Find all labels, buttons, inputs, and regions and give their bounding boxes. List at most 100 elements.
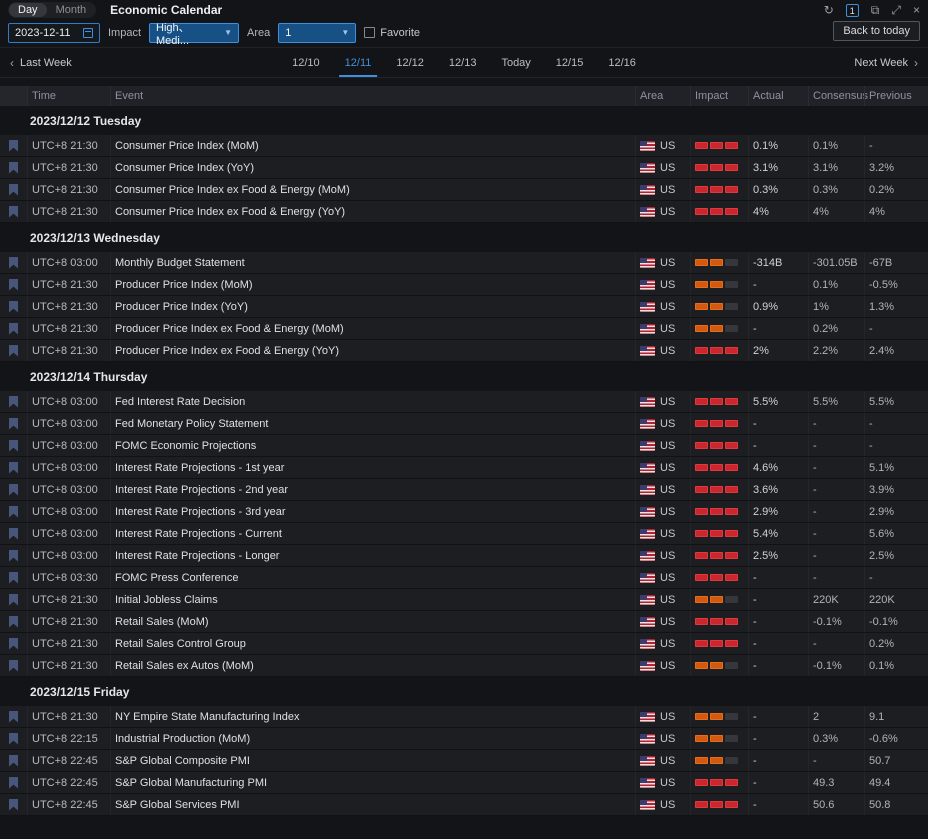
bookmark-icon[interactable] bbox=[9, 440, 18, 452]
event-row[interactable]: UTC+8 21:30 Consumer Price Index ex Food… bbox=[0, 201, 928, 223]
event-row[interactable]: UTC+8 21:30 Consumer Price Index ex Food… bbox=[0, 179, 928, 201]
area-code: US bbox=[660, 777, 675, 789]
event-row[interactable]: UTC+8 21:30 Producer Price Index ex Food… bbox=[0, 340, 928, 362]
impact-bar-red bbox=[710, 552, 723, 559]
bookmark-icon[interactable] bbox=[9, 733, 18, 745]
bookmark-icon[interactable] bbox=[9, 594, 18, 606]
impact-bar-orange bbox=[710, 757, 723, 764]
area-code: US bbox=[660, 418, 675, 430]
tab-day[interactable]: Day bbox=[9, 3, 47, 17]
event-row[interactable]: UTC+8 22:45 S&P Global Services PMI US -… bbox=[0, 794, 928, 816]
week-day-tab[interactable]: 12/13 bbox=[449, 49, 477, 77]
area-code: US bbox=[660, 396, 675, 408]
event-row[interactable]: UTC+8 03:30 FOMC Press Conference US - -… bbox=[0, 567, 928, 589]
bookmark-icon[interactable] bbox=[9, 257, 18, 269]
event-row[interactable]: UTC+8 22:45 S&P Global Manufacturing PMI… bbox=[0, 772, 928, 794]
week-day-tab[interactable]: 12/11 bbox=[345, 49, 372, 77]
impact-bar-orange bbox=[710, 662, 723, 669]
bookmark-icon[interactable] bbox=[9, 616, 18, 628]
impact-bar-red bbox=[695, 186, 708, 193]
bookmark-icon[interactable] bbox=[9, 638, 18, 650]
back-to-today-button[interactable]: Back to today bbox=[833, 21, 920, 41]
previous-value: -0.5% bbox=[864, 274, 928, 295]
bookmark-icon[interactable] bbox=[9, 755, 18, 767]
event-row[interactable]: UTC+8 03:00 Interest Rate Projections - … bbox=[0, 545, 928, 567]
week-day-tab[interactable]: 12/15 bbox=[556, 49, 584, 77]
bookmark-icon[interactable] bbox=[9, 660, 18, 672]
week-day-tab[interactable]: 12/12 bbox=[396, 49, 424, 77]
bookmark-icon[interactable] bbox=[9, 528, 18, 540]
favorite-checkbox[interactable] bbox=[364, 27, 375, 38]
area-filter-select[interactable]: 1 ▼ bbox=[278, 23, 356, 43]
bookmark-icon[interactable] bbox=[9, 462, 18, 474]
consensus-value: - bbox=[808, 750, 864, 771]
bookmark-icon[interactable] bbox=[9, 777, 18, 789]
bookmark-icon[interactable] bbox=[9, 396, 18, 408]
event-row[interactable]: UTC+8 21:30 Initial Jobless Claims US - … bbox=[0, 589, 928, 611]
area-code: US bbox=[660, 301, 675, 313]
bookmark-icon[interactable] bbox=[9, 572, 18, 584]
event-row[interactable]: UTC+8 21:30 Retail Sales (MoM) US - -0.1… bbox=[0, 611, 928, 633]
consensus-value: -301.05B bbox=[808, 252, 864, 273]
bookmark-icon[interactable] bbox=[9, 184, 18, 196]
layout-count-icon[interactable]: 1 bbox=[846, 4, 859, 17]
event-row[interactable]: UTC+8 03:00 Interest Rate Projections - … bbox=[0, 523, 928, 545]
event-row[interactable]: UTC+8 21:30 NY Empire State Manufacturin… bbox=[0, 706, 928, 728]
actual-value: 4% bbox=[748, 201, 808, 222]
event-row[interactable]: UTC+8 21:30 Retail Sales Control Group U… bbox=[0, 633, 928, 655]
date-picker[interactable]: 2023-12-11 bbox=[8, 23, 100, 43]
event-row[interactable]: UTC+8 21:30 Producer Price Index (YoY) U… bbox=[0, 296, 928, 318]
impact-bar-red bbox=[710, 801, 723, 808]
bookmark-icon[interactable] bbox=[9, 206, 18, 218]
event-row[interactable]: UTC+8 03:00 Interest Rate Projections - … bbox=[0, 457, 928, 479]
refresh-icon[interactable]: ↻ bbox=[824, 4, 834, 16]
week-day-tab[interactable]: 12/16 bbox=[608, 49, 636, 77]
bookmark-icon[interactable] bbox=[9, 301, 18, 313]
last-week-button[interactable]: ‹ Last Week bbox=[10, 56, 72, 70]
event-row[interactable]: UTC+8 03:00 Fed Interest Rate Decision U… bbox=[0, 391, 928, 413]
us-flag-icon bbox=[640, 163, 655, 173]
event-impact-cell bbox=[690, 135, 748, 156]
event-row[interactable]: UTC+8 03:00 Interest Rate Projections - … bbox=[0, 501, 928, 523]
expand-window-icon[interactable]: ⤢ bbox=[891, 4, 901, 16]
week-day-tab[interactable]: 12/10 bbox=[292, 49, 320, 77]
event-row[interactable]: UTC+8 21:30 Consumer Price Index (YoY) U… bbox=[0, 157, 928, 179]
week-day-tab[interactable]: Today bbox=[501, 49, 530, 77]
bookmark-icon[interactable] bbox=[9, 550, 18, 562]
event-row[interactable]: UTC+8 03:00 Fed Monetary Policy Statemen… bbox=[0, 413, 928, 435]
bookmark-icon[interactable] bbox=[9, 162, 18, 174]
next-week-button[interactable]: Next Week › bbox=[854, 56, 918, 70]
bookmark-icon[interactable] bbox=[9, 418, 18, 430]
bookmark-icon[interactable] bbox=[9, 484, 18, 496]
event-row[interactable]: UTC+8 03:00 Monthly Budget Statement US … bbox=[0, 252, 928, 274]
bookmark-cell bbox=[0, 589, 27, 610]
event-row[interactable]: UTC+8 21:30 Retail Sales ex Autos (MoM) … bbox=[0, 655, 928, 677]
bookmark-icon[interactable] bbox=[9, 279, 18, 291]
bookmark-icon[interactable] bbox=[9, 799, 18, 811]
tab-month[interactable]: Month bbox=[47, 3, 96, 17]
bookmark-icon[interactable] bbox=[9, 711, 18, 723]
bookmark-icon[interactable] bbox=[9, 323, 18, 335]
event-row[interactable]: UTC+8 03:00 FOMC Economic Projections US… bbox=[0, 435, 928, 457]
event-row[interactable]: UTC+8 22:45 S&P Global Composite PMI US … bbox=[0, 750, 928, 772]
event-row[interactable]: UTC+8 03:00 Interest Rate Projections - … bbox=[0, 479, 928, 501]
restore-window-icon[interactable]: ⧉ bbox=[871, 4, 880, 16]
close-icon[interactable]: × bbox=[913, 4, 920, 16]
event-row[interactable]: UTC+8 21:30 Consumer Price Index (MoM) U… bbox=[0, 135, 928, 157]
impact-bar-red bbox=[710, 574, 723, 581]
us-flag-icon bbox=[640, 419, 655, 429]
table-header: Time Event Area Impact Actual Consensus … bbox=[0, 86, 928, 106]
bookmark-icon[interactable] bbox=[9, 506, 18, 518]
bookmark-icon[interactable] bbox=[9, 345, 18, 357]
consensus-value: - bbox=[808, 633, 864, 654]
event-row[interactable]: UTC+8 22:15 Industrial Production (MoM) … bbox=[0, 728, 928, 750]
impact-filter-value: High、Medi... bbox=[156, 19, 218, 47]
event-row[interactable]: UTC+8 21:30 Producer Price Index (MoM) U… bbox=[0, 274, 928, 296]
calendar-table-body: 2023/12/12 Tuesday UTC+8 21:30 Consumer … bbox=[0, 106, 928, 816]
bookmark-icon[interactable] bbox=[9, 140, 18, 152]
us-flag-icon bbox=[640, 507, 655, 517]
event-name: Fed Monetary Policy Statement bbox=[110, 413, 635, 434]
event-name: Interest Rate Projections - Current bbox=[110, 523, 635, 544]
impact-filter-select[interactable]: High、Medi... ▼ bbox=[149, 23, 239, 43]
event-row[interactable]: UTC+8 21:30 Producer Price Index ex Food… bbox=[0, 318, 928, 340]
